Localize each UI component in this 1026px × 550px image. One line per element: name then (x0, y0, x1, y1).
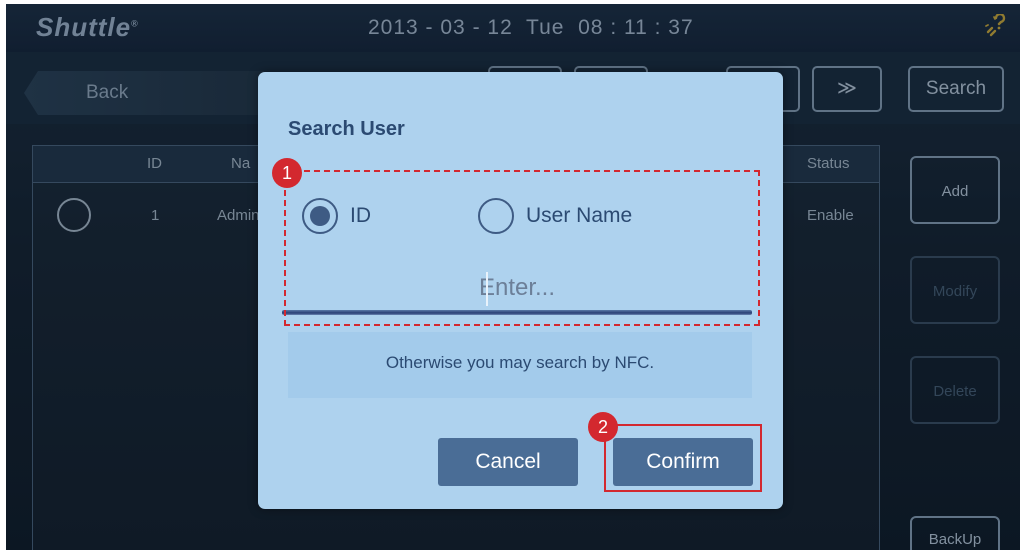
nfc-hint-text: Otherwise you may search by NFC. (385, 353, 655, 372)
annotation-box-1 (284, 170, 760, 326)
annotation-badge-1: 1 (272, 158, 302, 188)
nfc-hint-box: Otherwise you may search by NFC. (288, 332, 752, 398)
dialog-title: Search User (288, 118, 405, 140)
screen: Shuttle® 2013 - 03 - 12 Tue 08 : 11 : 37… (6, 4, 1020, 550)
cancel-button[interactable]: Cancel (438, 438, 578, 486)
search-user-dialog: Search User ID User Name Otherwise you m… (258, 72, 783, 509)
annotation-box-2 (604, 424, 762, 492)
annotation-badge-2: 2 (588, 412, 618, 442)
